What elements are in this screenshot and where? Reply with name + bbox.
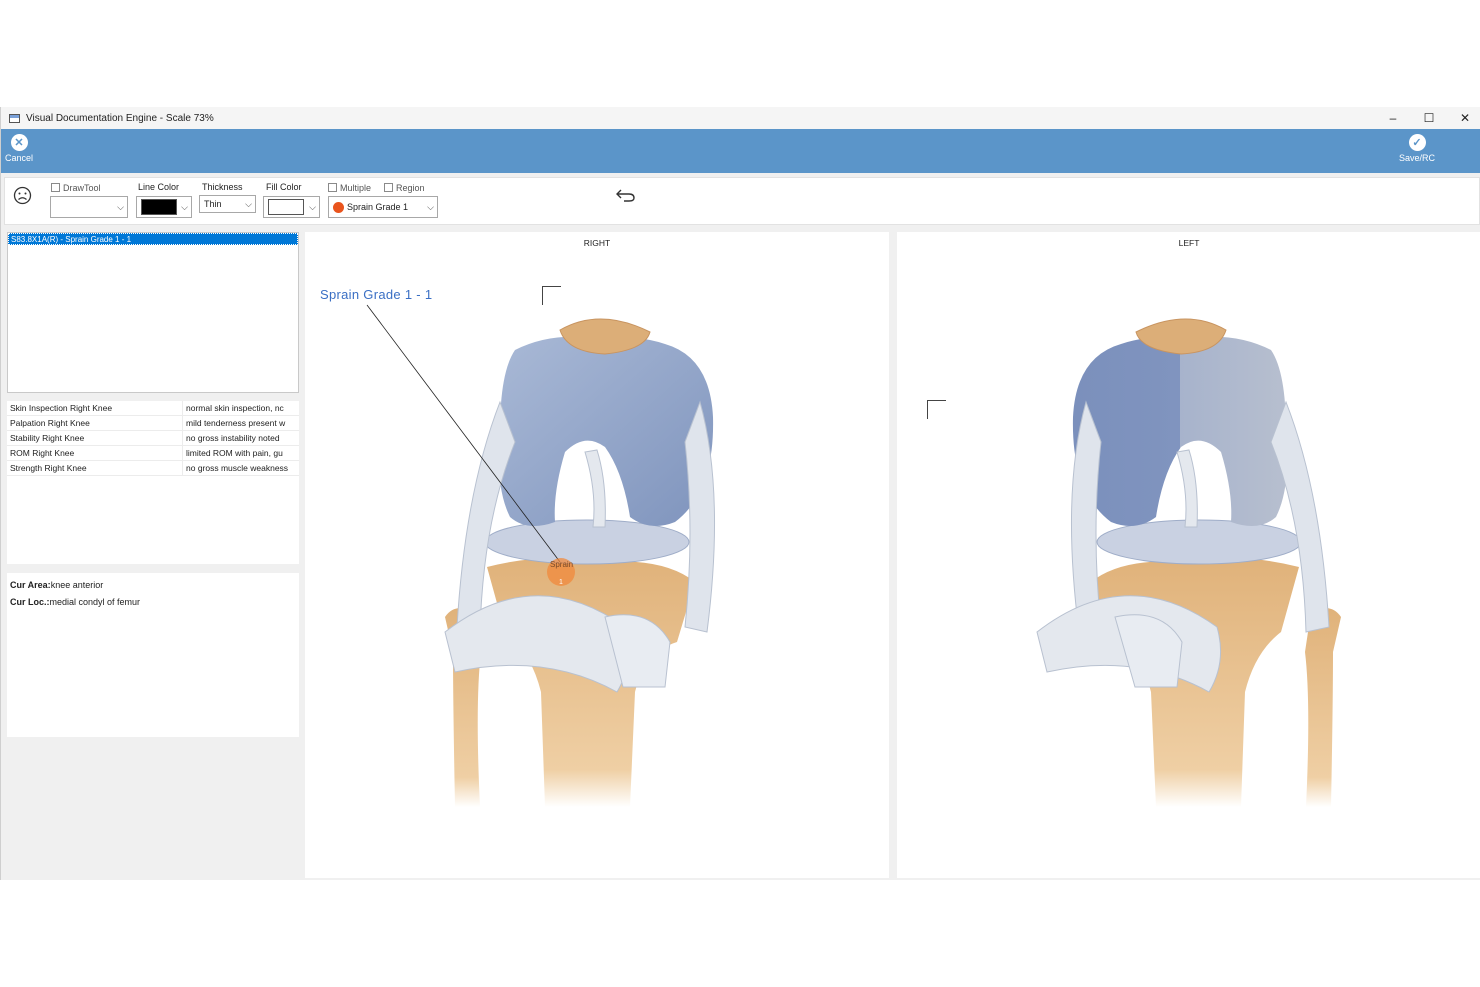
sprain-icon bbox=[333, 201, 344, 213]
cur-area-label: Cur Area: bbox=[10, 580, 51, 590]
save-label: Save/RC bbox=[1399, 153, 1436, 163]
checkmark-icon: ✓ bbox=[1408, 134, 1426, 151]
maximize-button[interactable]: ☐ bbox=[1411, 107, 1447, 129]
chevron-down-icon: ⌵ bbox=[427, 202, 434, 212]
line-color-select[interactable]: ⌵ bbox=[136, 196, 192, 218]
right-knee-illustration[interactable]: Sprain 1 bbox=[305, 232, 889, 878]
cur-loc-label: Cur Loc.: bbox=[10, 597, 50, 607]
chevron-down-icon: ⌵ bbox=[117, 202, 124, 212]
table-row[interactable]: Stability Right Knee no gross instabilit… bbox=[7, 431, 299, 446]
minimize-button[interactable]: – bbox=[1375, 107, 1411, 129]
checkbox-icon bbox=[51, 183, 60, 192]
close-button[interactable]: ✕ bbox=[1447, 107, 1480, 129]
chevron-down-icon: ⌵ bbox=[309, 202, 316, 212]
save-button[interactable]: ✓ Save/RC bbox=[1399, 134, 1435, 163]
annotation-type-select[interactable]: Sprain Grade 1 ⌵ bbox=[328, 196, 438, 218]
finding-name: ROM Right Knee bbox=[7, 446, 183, 460]
finding-name: Skin Inspection Right Knee bbox=[7, 401, 183, 415]
table-row[interactable]: Palpation Right Knee mild tenderness pre… bbox=[7, 416, 299, 431]
multiple-label: Multiple bbox=[340, 183, 372, 193]
table-row[interactable]: Strength Right Knee no gross muscle weak… bbox=[7, 461, 299, 476]
region-label: Region bbox=[396, 183, 425, 193]
drawing-toolbar: DrawTool ⌵ Line Color ⌵ Thickness Thin ⌵… bbox=[4, 177, 1480, 225]
chevron-down-icon: ⌵ bbox=[181, 202, 188, 212]
cancel-icon: ✕ bbox=[10, 134, 28, 151]
annotation-type-value: Sprain Grade 1 bbox=[347, 202, 409, 212]
marker-text: Sprain bbox=[550, 560, 573, 569]
drawtool-label: DrawTool bbox=[63, 183, 101, 193]
undo-icon[interactable] bbox=[615, 187, 636, 203]
multiple-checkbox[interactable]: Multiple bbox=[328, 183, 371, 193]
finding-value: limited ROM with pain, gu bbox=[186, 448, 283, 458]
finding-value: no gross instability noted bbox=[186, 433, 280, 443]
thickness-value: Thin bbox=[204, 199, 222, 209]
checkbox-icon bbox=[328, 183, 337, 192]
cancel-button[interactable]: ✕ Cancel bbox=[5, 134, 33, 163]
finding-value: mild tenderness present w bbox=[186, 418, 286, 428]
thickness-label: Thickness bbox=[202, 182, 243, 192]
current-location-box: Cur Area:knee anterior Cur Loc.:medial c… bbox=[7, 573, 299, 737]
annotation-list[interactable]: S83.8X1A(R) - Sprain Grade 1 - 1 bbox=[7, 232, 299, 393]
fill-color-select[interactable]: ⌵ bbox=[263, 196, 320, 218]
marker-number: 1 bbox=[559, 579, 563, 586]
sad-face-icon[interactable] bbox=[13, 186, 32, 205]
thickness-select[interactable]: Thin ⌵ bbox=[199, 195, 256, 213]
app-icon bbox=[9, 113, 20, 123]
cur-area-value: knee anterior bbox=[50, 580, 104, 590]
list-item[interactable]: S83.8X1A(R) - Sprain Grade 1 - 1 bbox=[8, 233, 298, 245]
finding-name: Palpation Right Knee bbox=[7, 416, 183, 430]
right-knee-panel[interactable]: RIGHT Sprain Grade 1 - 1 Sprain 1 bbox=[305, 232, 889, 878]
title-bar: Visual Documentation Engine - Scale 73% … bbox=[1, 107, 1480, 129]
fill-color-swatch bbox=[268, 199, 304, 215]
window-title: Visual Documentation Engine - Scale 73% bbox=[26, 112, 214, 124]
findings-table: Skin Inspection Right Knee normal skin i… bbox=[7, 401, 299, 564]
drawtool-checkbox[interactable]: DrawTool bbox=[51, 183, 101, 193]
cur-loc-value: medial condyl of femur bbox=[49, 597, 141, 607]
chevron-down-icon: ⌵ bbox=[245, 199, 252, 209]
line-color-label: Line Color bbox=[138, 182, 180, 192]
fill-color-label: Fill Color bbox=[266, 182, 302, 192]
drawtool-select[interactable]: ⌵ bbox=[50, 196, 128, 218]
finding-value: normal skin inspection, nc bbox=[186, 403, 284, 413]
cancel-label: Cancel bbox=[5, 153, 34, 163]
ribbon-bar: ✕ Cancel ✓ Save/RC bbox=[1, 129, 1480, 173]
table-row[interactable]: ROM Right Knee limited ROM with pain, gu bbox=[7, 446, 299, 461]
left-knee-panel[interactable]: LEFT bbox=[897, 232, 1480, 878]
finding-value: no gross muscle weakness bbox=[186, 463, 289, 473]
finding-name: Stability Right Knee bbox=[7, 431, 183, 445]
table-row[interactable]: Skin Inspection Right Knee normal skin i… bbox=[7, 401, 299, 416]
left-knee-illustration[interactable] bbox=[897, 232, 1480, 878]
line-color-swatch bbox=[141, 199, 177, 215]
app-window: Visual Documentation Engine - Scale 73% … bbox=[0, 107, 1480, 880]
checkbox-icon bbox=[384, 183, 393, 192]
finding-name: Strength Right Knee bbox=[7, 461, 183, 475]
region-checkbox[interactable]: Region bbox=[384, 183, 425, 193]
